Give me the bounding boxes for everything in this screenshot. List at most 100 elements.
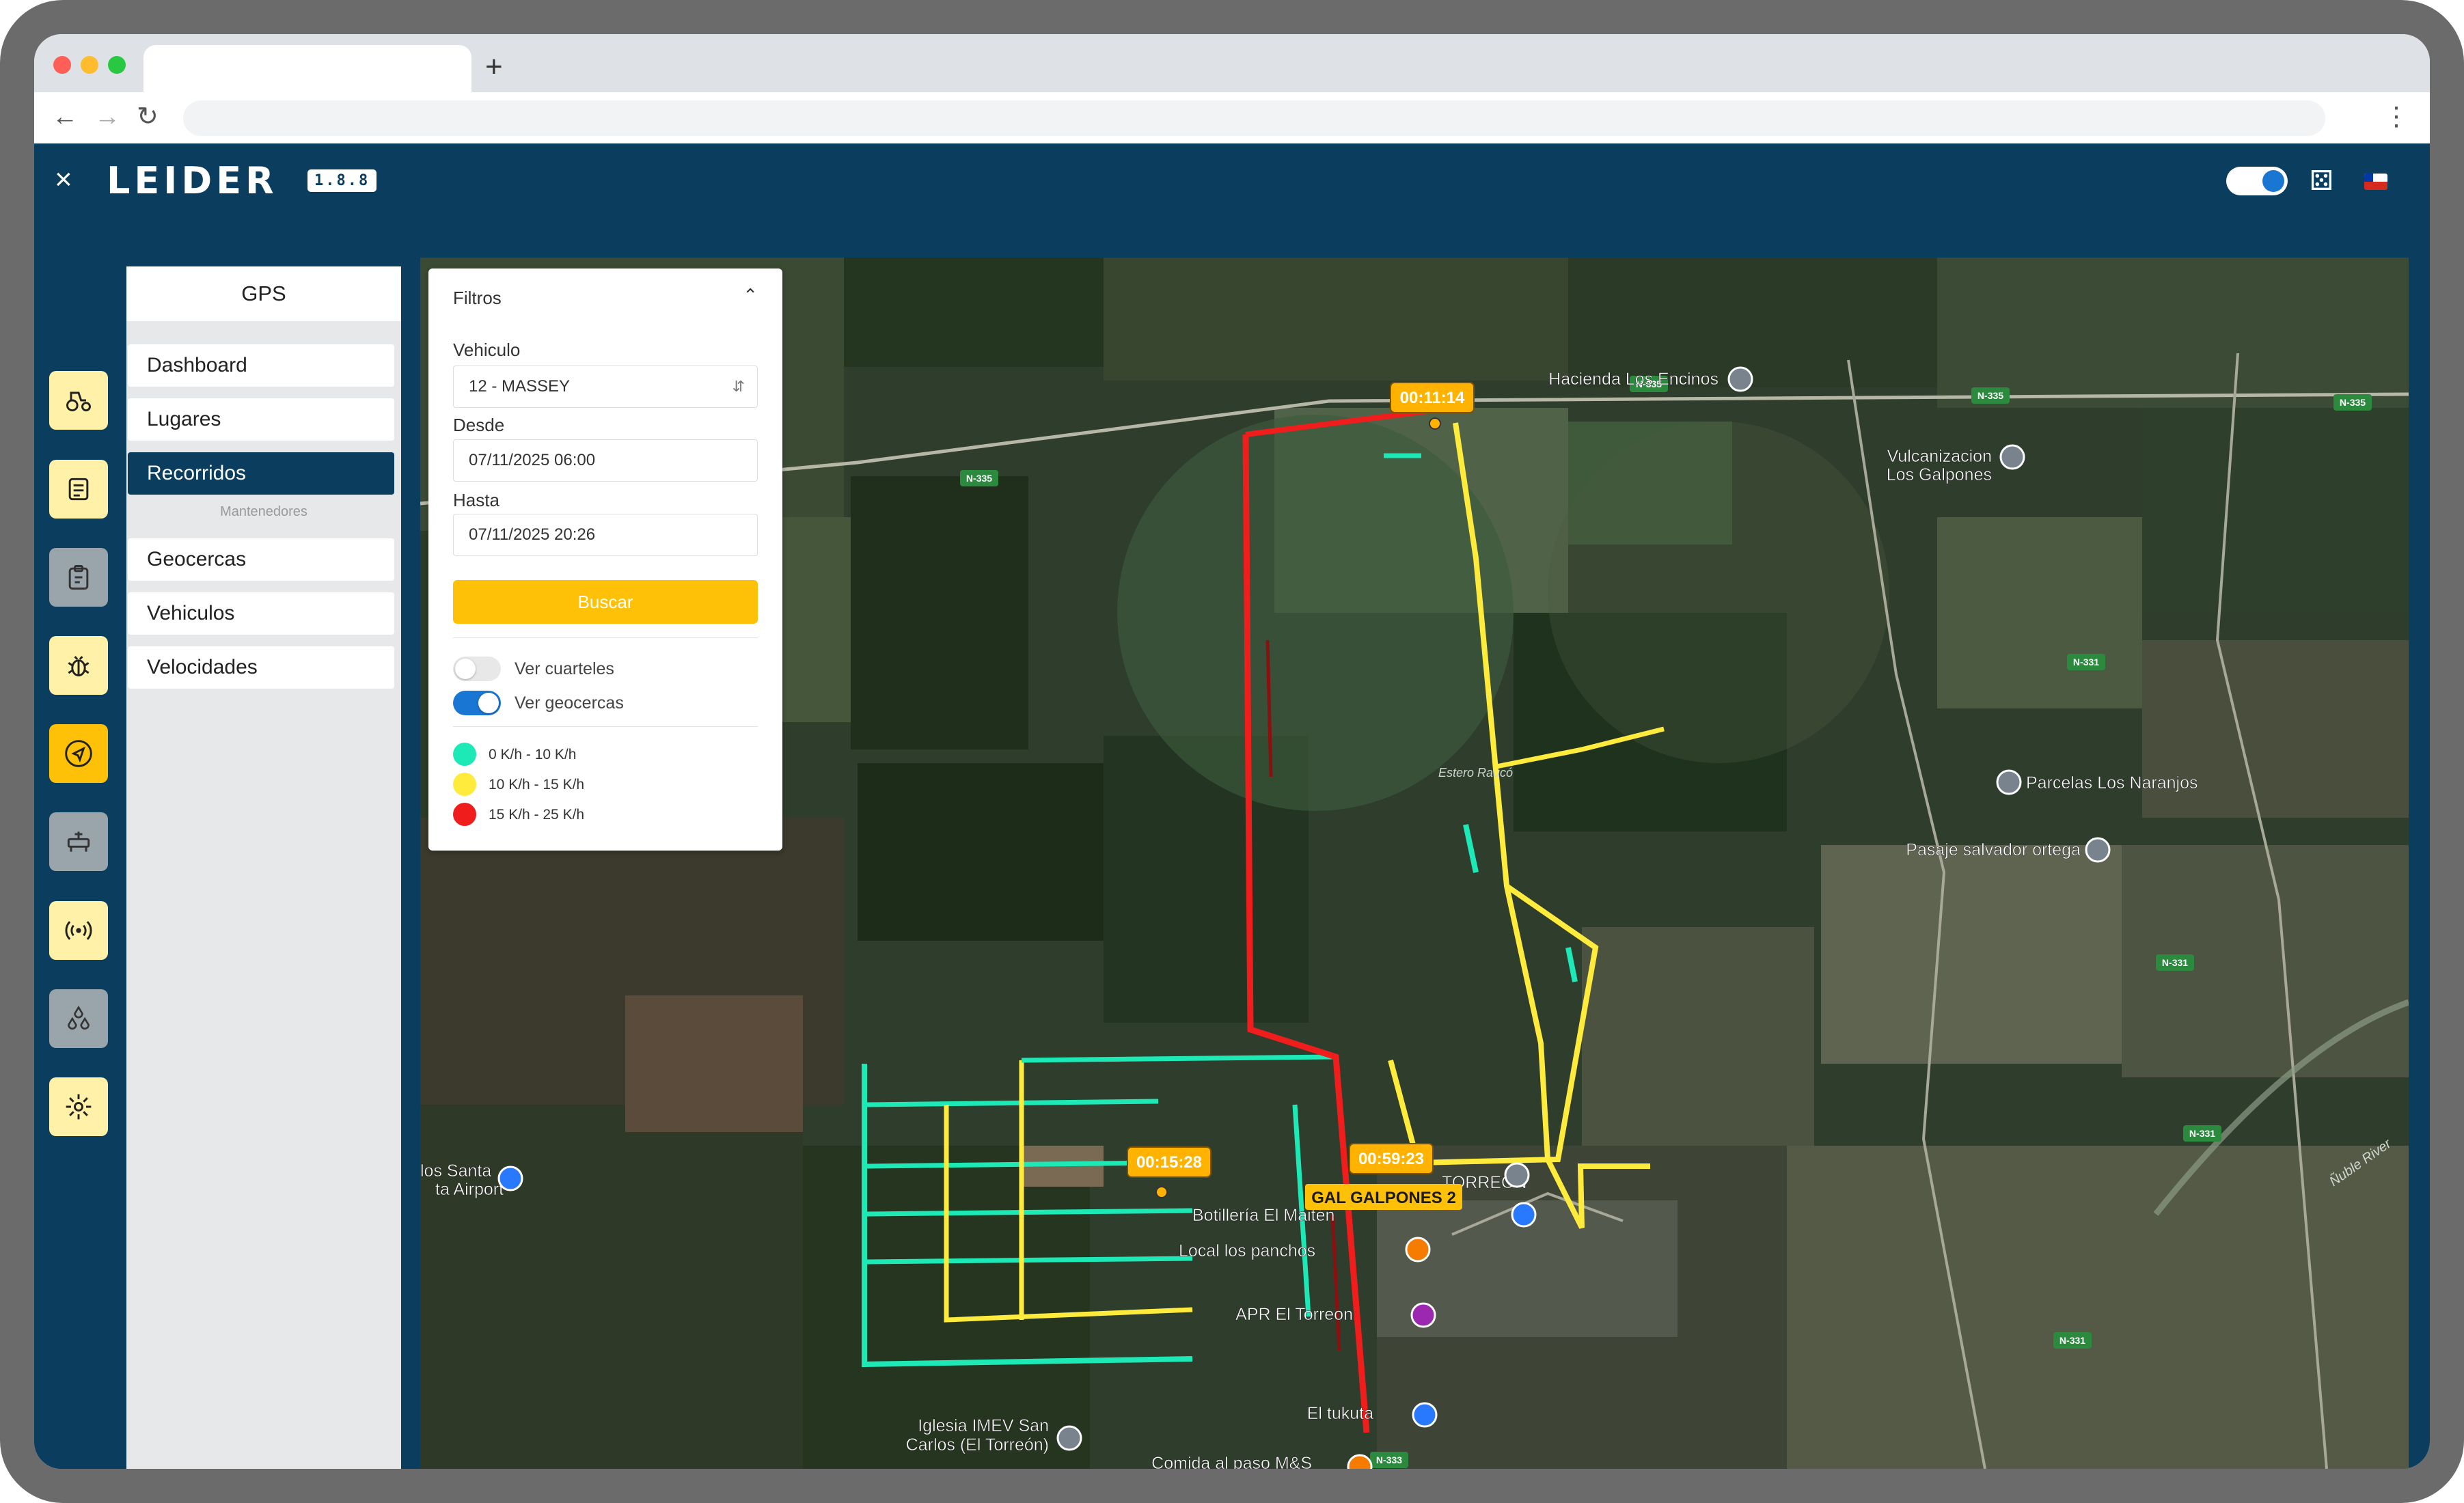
- place-label: Local los panchos: [1179, 1241, 1315, 1260]
- restaurant-marker-icon: [1405, 1237, 1431, 1263]
- filters-title: Filtros: [453, 288, 502, 308]
- legend-label-medium: 10 K/h - 15 K/h: [489, 777, 585, 792]
- to-date-input[interactable]: 07/11/2025 20:26: [453, 514, 758, 556]
- legend-dot-medium: [453, 773, 476, 796]
- legend-label-fast: 15 K/h - 25 K/h: [489, 807, 585, 823]
- place-label: Hacienda Los Encinos: [1548, 370, 1719, 389]
- road-label: N-331: [2189, 1128, 2215, 1139]
- road-label: N-331: [2162, 957, 2188, 968]
- browser-menu-icon[interactable]: ⋮: [2383, 98, 2409, 136]
- place-label: los Santa: [420, 1161, 491, 1181]
- place-label: APR El Torreon: [1235, 1305, 1353, 1324]
- gear-icon[interactable]: [49, 1077, 108, 1136]
- bug-icon[interactable]: [49, 636, 108, 695]
- app: × LEIDER 1.8.8 ⚄ GPS Dashboard Lugares R…: [34, 143, 2430, 1469]
- vehicle-label: Vehiculo: [453, 340, 521, 360]
- legend-dot-slow: [453, 743, 476, 766]
- vehicle-select[interactable]: 12 - MASSEY ⇵: [453, 366, 758, 408]
- browser-tab-bar: +: [34, 34, 2430, 93]
- place-marker-icon: [1999, 444, 2025, 470]
- place-marker-icon: [1504, 1162, 1530, 1188]
- to-label: Hasta: [453, 490, 499, 510]
- legend-label-slow: 0 K/h - 10 K/h: [489, 747, 577, 762]
- river-label: Estero Raucó: [1438, 766, 1513, 780]
- divider: [453, 637, 758, 638]
- toggle-geocercas-label: Ver geocercas: [515, 693, 624, 713]
- new-tab-button[interactable]: +: [485, 48, 503, 86]
- restaurant-marker-icon: [1347, 1454, 1373, 1469]
- theme-toggle[interactable]: [2226, 167, 2288, 195]
- close-icon[interactable]: ×: [55, 163, 72, 197]
- road-label: N-335: [966, 473, 992, 484]
- android-icon[interactable]: ⚄: [2310, 165, 2333, 197]
- version-badge: 1.8.8: [307, 169, 377, 192]
- from-date-input[interactable]: 07/11/2025 06:00: [453, 439, 758, 482]
- place-label: Pasaje salvador ortega: [1906, 840, 2081, 859]
- tractor-icon[interactable]: [49, 371, 108, 430]
- legend-dot-fast: [453, 803, 476, 826]
- leider-logo: LEIDER: [107, 159, 278, 202]
- window-maximize-dot[interactable]: [108, 56, 126, 74]
- shop-marker-icon: [1511, 1202, 1537, 1228]
- filters-panel: Filtros ⌃ Vehiculo 12 - MASSEY ⇵ Desde 0…: [428, 268, 782, 851]
- menu-item-geocercas[interactable]: Geocercas: [128, 538, 394, 581]
- place-label: Los Galpones: [1887, 465, 1992, 484]
- place-label: ta Airport: [435, 1180, 504, 1199]
- vehicle-value: 12 - MASSEY: [469, 377, 571, 396]
- place-label: Iglesia IMEV San: [918, 1416, 1049, 1435]
- menu-item-vehiculos[interactable]: Vehiculos: [128, 592, 394, 635]
- time-badge: 00:11:14: [1400, 389, 1465, 407]
- browser-tab[interactable]: [143, 45, 471, 93]
- navigation-icon[interactable]: [49, 724, 108, 783]
- app-header: × LEIDER 1.8.8 ⚄: [34, 143, 2430, 219]
- clipboard-icon[interactable]: [49, 548, 108, 607]
- toggle-cuarteles-label: Ver cuarteles: [515, 659, 614, 678]
- chevron-up-icon[interactable]: ⌃: [743, 285, 758, 306]
- satellite-map[interactable]: N-335 N-335 N-335 N-335 N-331 N-331 N-33…: [420, 258, 2409, 1469]
- place-label: Vulcanizacion: [1887, 447, 1992, 466]
- water-marker-icon: [1410, 1302, 1436, 1328]
- divider: [453, 726, 758, 727]
- road-label: N-333: [1376, 1454, 1402, 1465]
- water-tank-icon[interactable]: [49, 812, 108, 871]
- road-label: N-331: [2059, 1335, 2085, 1346]
- gps-submenu: GPS Dashboard Lugares Recorridos Mantene…: [126, 266, 401, 1469]
- drops-icon[interactable]: [49, 989, 108, 1048]
- reload-icon[interactable]: ↻: [137, 98, 159, 136]
- toggle-geocercas[interactable]: [453, 691, 501, 715]
- church-marker-icon: [1056, 1425, 1082, 1451]
- browser-address-bar: ← → ↻ ⋮: [34, 92, 2430, 144]
- menu-item-recorridos[interactable]: Recorridos: [128, 452, 394, 495]
- road-label: N-335: [2340, 397, 2366, 408]
- moon-icon: [2262, 170, 2284, 192]
- geofence-label: GAL GALPONES 2: [1311, 1189, 1456, 1207]
- forward-icon[interactable]: →: [94, 98, 120, 136]
- airport-marker-icon: [497, 1166, 523, 1191]
- menu-item-dashboard[interactable]: Dashboard: [128, 344, 394, 387]
- road-label: N-331: [2073, 657, 2099, 667]
- submenu-title: GPS: [126, 266, 401, 321]
- module-sidebar: [34, 266, 126, 1469]
- device-frame: + ← → ↻ ⋮ × LEIDER 1.8.8 ⚄ GPS Dashboard…: [0, 0, 2464, 1503]
- signal-icon[interactable]: [49, 901, 108, 960]
- window-close-dot[interactable]: [53, 56, 71, 74]
- select-arrows-icon: ⇵: [732, 378, 745, 395]
- search-button[interactable]: Buscar: [453, 580, 758, 624]
- browser-window: + ← → ↻ ⋮ × LEIDER 1.8.8 ⚄ GPS Dashboard…: [34, 34, 2430, 1469]
- toggle-cuarteles[interactable]: [453, 657, 501, 681]
- url-input[interactable]: [183, 100, 2325, 136]
- place-marker-icon: [1996, 769, 2022, 795]
- place-marker-icon: [1727, 366, 1753, 392]
- place-label: Carlos (El Torreón): [906, 1435, 1049, 1454]
- chile-flag-icon[interactable]: [2364, 174, 2387, 190]
- window-minimize-dot[interactable]: [81, 56, 98, 74]
- shop-marker-icon: [1412, 1402, 1438, 1428]
- place-label: El tukuta: [1307, 1404, 1373, 1423]
- time-badge: 00:59:23: [1358, 1150, 1424, 1168]
- back-icon[interactable]: ←: [52, 98, 78, 136]
- place-marker-icon: [2085, 837, 2111, 863]
- menu-item-velocidades[interactable]: Velocidades: [128, 646, 394, 689]
- menu-item-lugares[interactable]: Lugares: [128, 398, 394, 441]
- from-label: Desde: [453, 415, 505, 435]
- document-icon[interactable]: [49, 460, 108, 519]
